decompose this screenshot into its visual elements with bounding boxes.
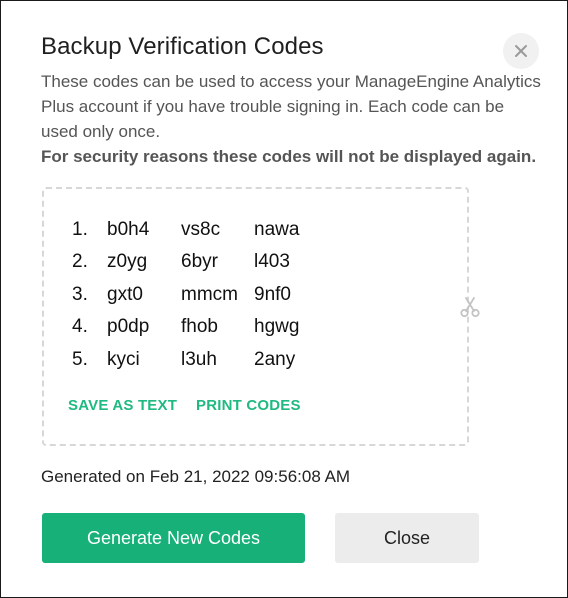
generate-new-codes-button[interactable]: Generate New Codes	[42, 513, 305, 563]
code-value: l403	[254, 251, 290, 272]
close-button[interactable]: Close	[335, 513, 479, 563]
code-number: 4.	[72, 316, 88, 337]
dialog-description: These codes can be used to access your M…	[41, 72, 541, 141]
code-number: 1.	[72, 219, 88, 240]
backup-codes-dialog: Backup Verification Codes These codes ca…	[0, 0, 568, 598]
code-value: l3uh	[181, 349, 217, 370]
code-value: mmcm	[181, 284, 238, 305]
code-value: hgwg	[254, 316, 300, 337]
code-value: b0h4	[107, 219, 150, 240]
codes-box: 1. b0h4 vs8c nawa 2. z0yg 6byr l403 3. g…	[42, 187, 469, 446]
code-value: vs8c	[181, 219, 221, 240]
code-value: 9nf0	[254, 284, 291, 305]
code-number: 5.	[72, 349, 88, 370]
code-value: fhob	[181, 316, 218, 337]
print-codes-link[interactable]: PRINT CODES	[196, 397, 301, 414]
security-warning: For security reasons these codes will no…	[41, 147, 537, 166]
code-number: 2.	[72, 251, 88, 272]
generated-timestamp: Generated on Feb 21, 2022 09:56:08 AM	[41, 467, 351, 486]
scissors-icon	[459, 296, 481, 318]
close-icon-glyph	[515, 45, 527, 57]
code-value: 6byr	[181, 251, 218, 272]
dialog-title: Backup Verification Codes	[41, 33, 324, 60]
close-icon[interactable]	[503, 33, 539, 69]
code-value: 2any	[254, 349, 296, 370]
code-value: p0dp	[107, 316, 150, 337]
save-as-text-link[interactable]: SAVE AS TEXT	[68, 397, 177, 414]
code-value: gxt0	[107, 284, 143, 305]
code-number: 3.	[72, 284, 88, 305]
code-value: z0yg	[107, 251, 148, 272]
code-value: kyci	[107, 349, 140, 370]
code-value: nawa	[254, 219, 300, 240]
